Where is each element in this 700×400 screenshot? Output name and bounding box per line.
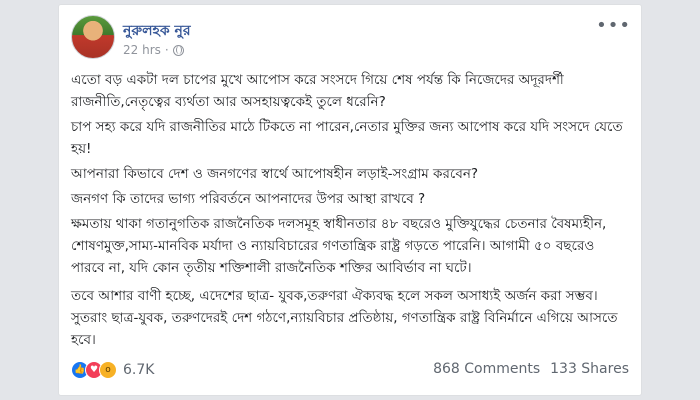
author-name[interactable]: নুরুলহক নুর	[123, 19, 191, 43]
comments-count[interactable]: 868 Comments	[433, 361, 540, 377]
post-text: এতো বড় একটা দল চাপের মুখে আপোস করে সংসদ…	[71, 69, 631, 354]
reaction-count[interactable]: 6.7K	[123, 362, 154, 378]
shares-count[interactable]: 133 Shares	[550, 361, 629, 377]
post-time[interactable]: 22 hrs	[123, 43, 161, 57]
reactions-summary[interactable]: 👍 ♥ o 6.7K	[71, 361, 154, 379]
facebook-post-card: নুরুলহক নুর 22 hrs · ••• এতো বড় একটা দল…	[58, 4, 642, 396]
post-paragraph: আপনারা কিভাবে দেশ ও জনগণের স্বার্থে আপোষ…	[71, 166, 479, 182]
post-paragraph: তবে আশার বাণী হচ্ছে, এদেশের ছাত্র- যুবক,…	[71, 288, 618, 348]
avatar[interactable]	[71, 15, 115, 59]
post-paragraph: এতো বড় একটা দল চাপের মুখে আপোস করে সংসদ…	[71, 72, 564, 110]
post-paragraph: ক্ষমতায় থাকা গতানুগতিক রাজনৈতিক দলসমূহ …	[71, 216, 607, 276]
globe-icon[interactable]	[172, 44, 184, 56]
engagement-stats: 868 Comments 133 Shares	[433, 361, 629, 377]
post-meta: 22 hrs ·	[123, 43, 184, 57]
more-options-icon[interactable]: •••	[596, 17, 631, 35]
post-paragraph: চাপ সহ্য করে যদি রাজনীতির মাঠে টিকতে না …	[71, 119, 623, 157]
wow-icon: o	[99, 361, 117, 379]
post-paragraph: জনগণ কি তাদের ভাগ্য পরিবর্তনে আপনাদের উপ…	[71, 191, 426, 207]
